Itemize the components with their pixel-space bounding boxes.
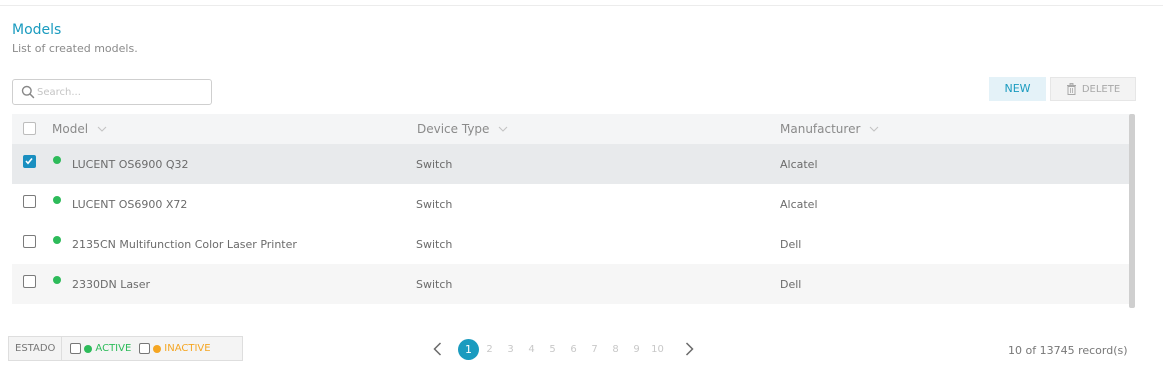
trash-icon [1066,83,1076,95]
table-header: Model Device Type Manufacturer [12,114,1130,144]
manufacturer-cell: Alcatel [780,197,818,211]
model-cell: 2135CN Multifunction Color Laser Printer [72,237,297,251]
next-page-button[interactable] [682,338,696,360]
active-filter-label: ACTIVE [95,343,132,354]
table-row[interactable]: LUCENT OS6900 X72 Switch Alcatel [12,184,1130,224]
models-table: Model Device Type Manufacturer LUCENT OS… [12,114,1130,304]
status-dot [53,276,61,284]
model-cell: 2330DN Laser [72,277,151,291]
filter-option-inactive[interactable]: INACTIVE [139,343,211,354]
column-header-label: Device Type [417,122,490,136]
active-status-dot [84,344,93,353]
page-button-5[interactable]: 5 [542,344,563,355]
status-filter: ESTADO ACTIVE INACTIVE [8,336,243,361]
column-header-model[interactable]: Model [52,114,107,144]
page-button-7[interactable]: 7 [584,344,605,355]
device-type-cell: Switch [416,277,453,291]
page-button-6[interactable]: 6 [563,344,584,355]
search-input[interactable] [37,83,207,101]
model-cell: LUCENT OS6900 Q32 [72,157,189,171]
select-all-checkbox[interactable] [23,122,36,135]
row-checkbox[interactable] [23,155,36,168]
model-cell: LUCENT OS6900 X72 [72,197,188,211]
status-dot [53,236,61,244]
delete-button-label: DELETE [1081,83,1121,95]
search-icon [21,85,35,99]
device-type-cell: Switch [416,197,453,211]
previous-page-button[interactable] [430,338,444,360]
row-checkbox[interactable] [23,235,36,248]
new-button[interactable]: NEW [989,77,1046,101]
table-row[interactable]: 2330DN Laser Switch Dell [12,264,1130,304]
page-button-8[interactable]: 8 [605,344,626,355]
record-count: 10 of 13745 record(s) [1008,344,1128,357]
search-box[interactable] [12,79,212,105]
status-dot [53,156,61,164]
inactive-status-dot [153,344,162,353]
top-divider [0,5,1163,6]
inactive-filter-checkbox[interactable] [139,343,151,354]
inactive-filter-label: INACTIVE [164,343,211,354]
chevron-down-icon [870,126,879,132]
row-checkbox[interactable] [23,275,36,288]
status-filter-label: ESTADO [9,337,63,360]
chevron-down-icon [97,126,107,132]
manufacturer-cell: Dell [780,237,802,251]
table-row[interactable]: LUCENT OS6900 Q32 Switch Alcatel [12,144,1130,184]
page-button-1[interactable]: 1 [458,338,479,360]
delete-button[interactable]: DELETE [1050,77,1136,101]
chevron-left-icon [432,342,441,356]
checkmark-icon [25,157,33,165]
column-header-label: Manufacturer [780,122,861,136]
filter-option-active[interactable]: ACTIVE [70,343,131,354]
page-title: Models [12,22,62,38]
table-row[interactable]: 2135CN Multifunction Color Laser Printer… [12,224,1130,264]
column-header-label: Model [52,122,89,136]
chevron-down-icon [499,126,508,132]
page-button-10[interactable]: 10 [647,344,668,355]
device-type-cell: Switch [416,157,453,171]
page-subtitle: List of created models. [12,42,138,55]
chevron-right-icon [685,342,694,356]
status-dot [53,196,61,204]
page-button-9[interactable]: 9 [626,344,647,355]
column-header-device-type[interactable]: Device Type [417,114,508,144]
page-button-3[interactable]: 3 [500,344,521,355]
device-type-cell: Switch [416,237,453,251]
column-header-manufacturer[interactable]: Manufacturer [780,114,879,144]
active-filter-checkbox[interactable] [70,343,82,354]
manufacturer-cell: Alcatel [780,157,818,171]
row-checkbox[interactable] [23,195,36,208]
page-button-2[interactable]: 2 [479,344,500,355]
pagination: 1 2 3 4 5 6 7 8 9 10 [430,338,696,360]
page-button-4[interactable]: 4 [521,344,542,355]
table-scrollbar[interactable] [1129,114,1135,308]
manufacturer-cell: Dell [780,277,802,291]
